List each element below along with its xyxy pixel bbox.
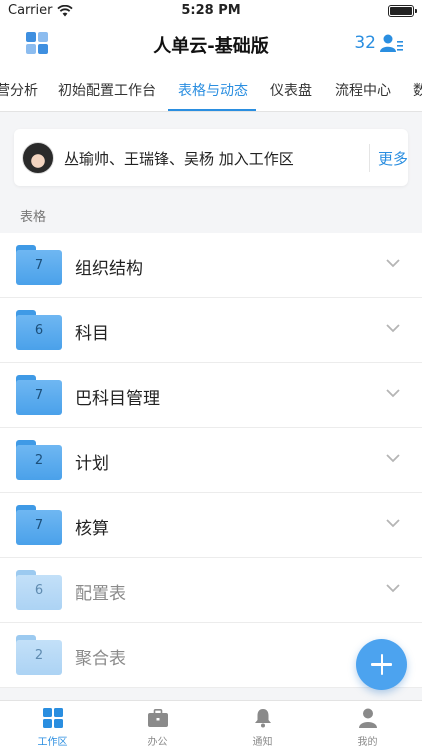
- folder-count: 7: [34, 258, 44, 273]
- bottom-tab-label: 办公: [147, 737, 168, 748]
- bottom-tab-office[interactable]: 办公: [105, 707, 210, 748]
- bottom-tab-notifications[interactable]: 通知: [210, 707, 315, 748]
- battery-icon: [388, 5, 417, 17]
- active-tab-indicator: [168, 109, 256, 111]
- activity-message: 丛瑜帅、王瑞锋、吴杨 加入工作区: [64, 150, 294, 168]
- list-item[interactable]: 6 科目: [0, 298, 422, 363]
- list-item[interactable]: 7 巴科目管理: [0, 363, 422, 428]
- member-list-icon: [380, 34, 403, 52]
- folder-count: 7: [34, 388, 44, 403]
- list-item-name: 聚合表: [75, 649, 126, 669]
- folder-count: 7: [34, 518, 44, 533]
- folder-icon: 6: [16, 310, 62, 350]
- tab-initial-config[interactable]: 初始配置工作台: [58, 80, 156, 100]
- folder-count: 6: [34, 583, 44, 598]
- list-item-name: 巴科目管理: [75, 389, 160, 409]
- folder-icon: 7: [16, 245, 62, 285]
- section-label-tables: 表格: [20, 210, 47, 225]
- folder-icon: 6: [16, 570, 62, 610]
- folder-icon: 7: [16, 505, 62, 545]
- chevron-down-icon[interactable]: [386, 256, 400, 272]
- folder-count: 2: [34, 453, 44, 468]
- members-button[interactable]: 32: [354, 33, 404, 53]
- briefcase-icon: [147, 709, 168, 727]
- status-bar: Carrier 5:28 PM: [0, 0, 422, 22]
- person-icon: [358, 708, 377, 728]
- chevron-down-icon[interactable]: [386, 581, 400, 597]
- tab-dashboard[interactable]: 仪表盘: [270, 80, 312, 100]
- divider: [369, 144, 370, 172]
- list-item[interactable]: 2 计划: [0, 428, 422, 493]
- bell-icon: [254, 709, 271, 728]
- tab-tables-activity[interactable]: 表格与动态: [178, 80, 248, 100]
- bottom-tab-workspace[interactable]: 工作区: [0, 707, 105, 748]
- more-link[interactable]: 更多: [378, 148, 408, 169]
- folder-icon: 2: [16, 635, 62, 675]
- activity-notice-card[interactable]: 丛瑜帅、王瑞锋、吴杨 加入工作区 更多: [14, 129, 408, 186]
- list-item-name: 计划: [75, 454, 109, 474]
- chevron-down-icon[interactable]: [386, 516, 400, 532]
- chevron-down-icon[interactable]: [386, 386, 400, 402]
- list-item-name: 组织结构: [75, 259, 143, 279]
- bottom-tab-bar: 工作区 办公 通知 我的: [0, 700, 422, 750]
- top-tab-strip: 营分析 初始配置工作台 表格与动态 仪表盘 流程中心 数: [0, 66, 422, 112]
- nav-bar: 人单云-基础版 32: [0, 22, 422, 66]
- list-item-name: 配置表: [75, 584, 126, 604]
- list-item-name: 核算: [75, 519, 109, 539]
- table-list: 7 组织结构 6 科目 7 巴科目管理 2 计划 7 核算 6 配置表 2 聚合…: [0, 233, 422, 688]
- bottom-tab-me[interactable]: 我的: [315, 707, 420, 748]
- folder-count: 6: [34, 323, 44, 338]
- bottom-tab-label: 工作区: [37, 737, 68, 748]
- folder-icon: 2: [16, 440, 62, 480]
- list-item[interactable]: 7 组织结构: [0, 233, 422, 298]
- bottom-tab-label: 通知: [252, 737, 273, 748]
- clock: 5:28 PM: [181, 3, 241, 18]
- chevron-down-icon[interactable]: [386, 321, 400, 337]
- folder-count: 2: [34, 648, 44, 663]
- add-button[interactable]: [356, 639, 407, 690]
- workspace-icon: [42, 708, 63, 728]
- avatar: [22, 142, 54, 174]
- chevron-down-icon[interactable]: [386, 451, 400, 467]
- bottom-tab-label: 我的: [357, 737, 378, 748]
- list-item[interactable]: 6 配置表: [0, 558, 422, 623]
- tab-data[interactable]: 数: [413, 80, 422, 100]
- member-count: 32: [354, 33, 376, 53]
- folder-icon: 7: [16, 375, 62, 415]
- tab-process-center[interactable]: 流程中心: [335, 80, 391, 100]
- list-item[interactable]: 7 核算: [0, 493, 422, 558]
- list-item-name: 科目: [75, 324, 109, 344]
- tab-operation-analysis[interactable]: 营分析: [0, 80, 38, 100]
